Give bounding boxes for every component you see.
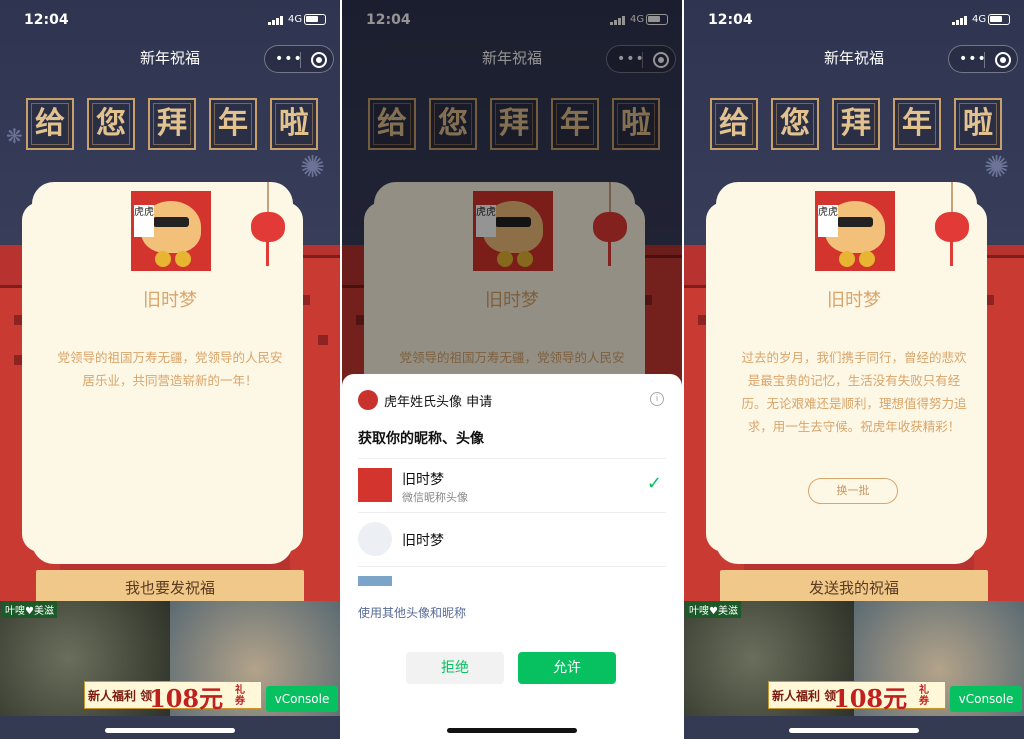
refresh-button[interactable]: 换一批 bbox=[808, 478, 898, 504]
signal-icon bbox=[268, 16, 284, 25]
ad-tag: 叶嗖♥美滋 bbox=[2, 601, 57, 618]
penguin-avatar bbox=[358, 522, 392, 556]
status-time: 12:04 bbox=[24, 12, 69, 28]
lantern-icon bbox=[251, 182, 285, 266]
info-icon[interactable]: i bbox=[650, 392, 664, 406]
banner-char: 给 bbox=[710, 98, 758, 150]
status-bar: 12:04 4G bbox=[0, 0, 340, 40]
profile-option[interactable] bbox=[358, 566, 666, 586]
use-other-profile-link[interactable]: 使用其他头像和昵称 bbox=[358, 604, 466, 621]
banner-char: 啦 bbox=[954, 98, 1002, 150]
battery-icon bbox=[988, 14, 1010, 25]
promo-amount: 108元 bbox=[149, 684, 224, 713]
avatar bbox=[358, 468, 392, 502]
blessing-text: 党领导的祖国万寿无疆，党领导的人民安居乐业，共同营造崭新的一年！ bbox=[57, 350, 283, 388]
target-close-icon[interactable] bbox=[311, 52, 327, 68]
promo-suffix: 礼券 bbox=[235, 685, 245, 707]
home-indicator bbox=[447, 728, 577, 733]
nickname: 旧时梦 bbox=[827, 290, 881, 311]
vconsole-button[interactable]: vConsole bbox=[266, 686, 338, 712]
more-dots-icon[interactable]: ••• bbox=[959, 51, 987, 67]
banner-char: 年 bbox=[209, 98, 257, 150]
mini-program-capsule[interactable]: ••• bbox=[948, 45, 1018, 73]
home-indicator bbox=[789, 728, 919, 733]
battery-icon bbox=[304, 14, 326, 25]
avatar-tag: 虎虎 bbox=[134, 205, 154, 237]
promo-label: 新人福利 领 bbox=[88, 689, 153, 703]
nickname: 旧时梦 bbox=[143, 290, 197, 311]
more-dots-icon[interactable]: ••• bbox=[275, 51, 303, 67]
promo-amount: 108元 bbox=[833, 684, 908, 713]
mini-program-capsule[interactable]: ••• bbox=[264, 45, 334, 73]
app-icon bbox=[358, 390, 378, 410]
target-close-icon[interactable] bbox=[995, 52, 1011, 68]
snowflake-icon: ❋ bbox=[6, 124, 23, 148]
avatar: 虎虎 bbox=[815, 191, 895, 271]
option-sub: 微信昵称头像 bbox=[402, 491, 468, 504]
vconsole-button[interactable]: vConsole bbox=[950, 686, 1022, 712]
promo-suffix: 礼券 bbox=[919, 685, 929, 707]
avatar bbox=[358, 576, 392, 586]
firework-icon: ✺ bbox=[300, 150, 326, 185]
greeting-banner: 给 您 拜 年 啦 bbox=[710, 98, 1002, 154]
banner-char: 年 bbox=[893, 98, 941, 150]
signal-icon bbox=[952, 16, 968, 25]
promo-label: 新人福利 领 bbox=[772, 689, 837, 703]
option-name: 旧时梦 bbox=[402, 533, 444, 549]
phone-screen-3: 12:04 4G 新年祝福 ••• 给 您 拜 年 啦 ✺ 虎虎 旧时梦 过去的… bbox=[684, 0, 1024, 739]
banner-char: 您 bbox=[771, 98, 819, 150]
banner-char: 您 bbox=[87, 98, 135, 150]
banner-char: 给 bbox=[26, 98, 74, 150]
banner-char: 拜 bbox=[148, 98, 196, 150]
promo-coupon[interactable]: 新人福利 领 108元 礼券 bbox=[84, 681, 262, 713]
deny-button[interactable]: 拒绝 bbox=[406, 652, 504, 684]
home-indicator bbox=[105, 728, 235, 733]
profile-option[interactable]: 旧时梦 bbox=[358, 512, 666, 564]
avatar: 虎虎 bbox=[131, 191, 211, 271]
lantern-icon bbox=[935, 182, 969, 266]
app-title: 虎年姓氏头像 申请 bbox=[384, 395, 493, 410]
permission-request: 获取你的昵称、头像 bbox=[358, 431, 484, 447]
banner-char: 啦 bbox=[270, 98, 318, 150]
checkmark-icon: ✓ bbox=[646, 473, 662, 494]
status-time: 12:04 bbox=[708, 12, 753, 28]
firework-icon: ✺ bbox=[984, 150, 1010, 185]
authorization-sheet: 虎年姓氏头像 申请 i 获取你的昵称、头像 旧时梦 微信昵称头像 ✓ 旧时梦 使… bbox=[342, 374, 682, 739]
promo-coupon[interactable]: 新人福利 领 108元 礼券 bbox=[768, 681, 946, 713]
greeting-banner: 给 您 拜 年 啦 bbox=[26, 98, 318, 154]
network-label: 4G bbox=[288, 14, 303, 25]
blessing-text: 过去的岁月，我们携手同行，曾经的悲欢是最宝贵的记忆，生活没有失败只有经历。无论艰… bbox=[741, 350, 967, 434]
status-bar: 12:04 4G bbox=[684, 0, 1024, 40]
ad-tag: 叶嗖♥美滋 bbox=[686, 601, 741, 618]
network-label: 4G bbox=[972, 14, 987, 25]
avatar-tag: 虎虎 bbox=[818, 205, 838, 237]
phone-screen-1: 12:04 4G 新年祝福 ••• 给 您 拜 年 啦 ❋ ✺ 虎虎 旧时梦 党… bbox=[0, 0, 340, 739]
profile-option[interactable]: 旧时梦 微信昵称头像 ✓ bbox=[358, 458, 666, 510]
banner-char: 拜 bbox=[832, 98, 880, 150]
option-name: 旧时梦 bbox=[402, 472, 444, 488]
allow-button[interactable]: 允许 bbox=[518, 652, 616, 684]
